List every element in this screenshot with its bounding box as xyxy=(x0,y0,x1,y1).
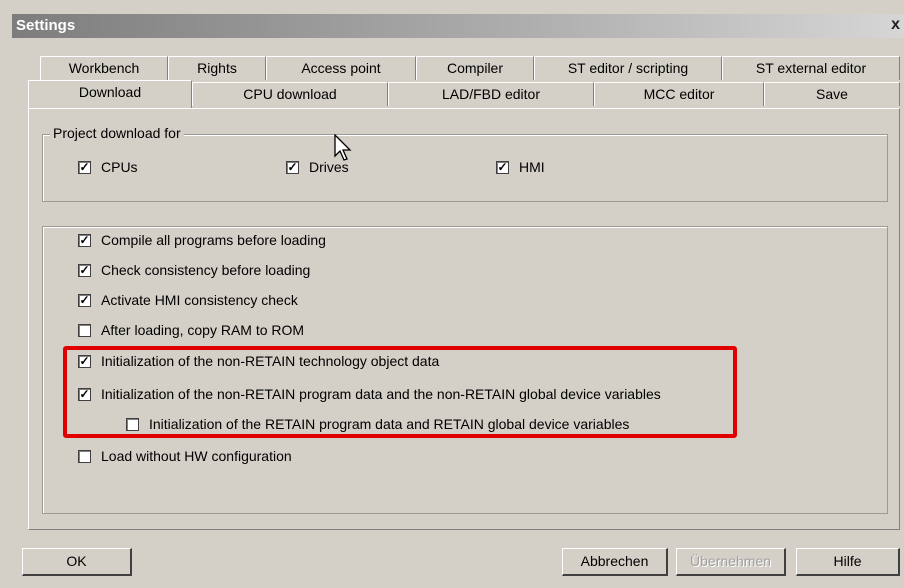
tab-lad-fbd-editor[interactable]: LAD/FBD editor xyxy=(388,82,594,106)
option-check-consistency[interactable]: ✓ Check consistency before loading xyxy=(78,261,310,279)
hmi-checkbox[interactable]: ✓ xyxy=(496,160,509,174)
tab-workbench[interactable]: Workbench xyxy=(40,56,168,80)
checkbox-row-cpus[interactable]: ✓ CPUs xyxy=(78,158,138,176)
option-hmi-consistency[interactable]: ✓ Activate HMI consistency check xyxy=(78,291,298,309)
help-button[interactable]: Hilfe xyxy=(796,548,900,576)
close-button[interactable]: x xyxy=(891,16,900,34)
drives-checkbox[interactable]: ✓ xyxy=(286,160,299,174)
tab-save[interactable]: Save xyxy=(764,82,900,106)
check-consistency-label: Check consistency before loading xyxy=(101,262,311,278)
mouse-cursor-icon xyxy=(334,134,352,161)
hmi-label: HMI xyxy=(519,159,545,175)
load-without-hw-checkbox[interactable] xyxy=(78,449,91,463)
title-bar[interactable]: Settings x xyxy=(12,14,904,38)
tab-mcc-editor[interactable]: MCC editor xyxy=(594,82,764,106)
tab-st-external-editor[interactable]: ST external editor xyxy=(722,56,900,80)
hmi-consistency-label: Activate HMI consistency check xyxy=(101,292,298,308)
ok-button[interactable]: OK xyxy=(22,548,132,576)
check-consistency-checkbox[interactable]: ✓ xyxy=(78,263,91,277)
checkbox-row-hmi[interactable]: ✓ HMI xyxy=(496,158,545,176)
cpus-checkbox[interactable]: ✓ xyxy=(78,160,91,174)
copy-ram-rom-label: After loading, copy RAM to ROM xyxy=(101,322,305,338)
cpus-label: CPUs xyxy=(101,159,138,175)
tab-compiler[interactable]: Compiler xyxy=(416,56,534,80)
tab-rights[interactable]: Rights xyxy=(168,56,266,80)
tab-cpu-download[interactable]: CPU download xyxy=(192,82,388,106)
tab-access-point[interactable]: Access point xyxy=(266,56,416,80)
option-load-without-hw[interactable]: Load without HW configuration xyxy=(78,447,292,465)
apply-button[interactable]: Übernehmen xyxy=(676,548,786,576)
settings-dialog: Settings x Workbench Rights Access point… xyxy=(0,0,904,588)
load-without-hw-label: Load without HW configuration xyxy=(101,448,292,464)
project-download-legend: Project download for xyxy=(50,125,184,141)
cancel-button[interactable]: Abbrechen xyxy=(562,548,668,576)
tab-download[interactable]: Download xyxy=(28,80,192,108)
red-highlight-box xyxy=(63,346,737,438)
copy-ram-rom-checkbox[interactable] xyxy=(78,323,91,337)
project-download-group xyxy=(42,134,888,202)
hmi-consistency-checkbox[interactable]: ✓ xyxy=(78,293,91,307)
compile-all-checkbox[interactable]: ✓ xyxy=(78,233,91,247)
option-compile-all[interactable]: ✓ Compile all programs before loading xyxy=(78,231,326,249)
dialog-title: Settings xyxy=(16,17,76,34)
option-copy-ram-rom[interactable]: After loading, copy RAM to ROM xyxy=(78,321,304,339)
compile-all-label: Compile all programs before loading xyxy=(101,232,326,248)
tab-st-editor-scripting[interactable]: ST editor / scripting xyxy=(534,56,722,80)
